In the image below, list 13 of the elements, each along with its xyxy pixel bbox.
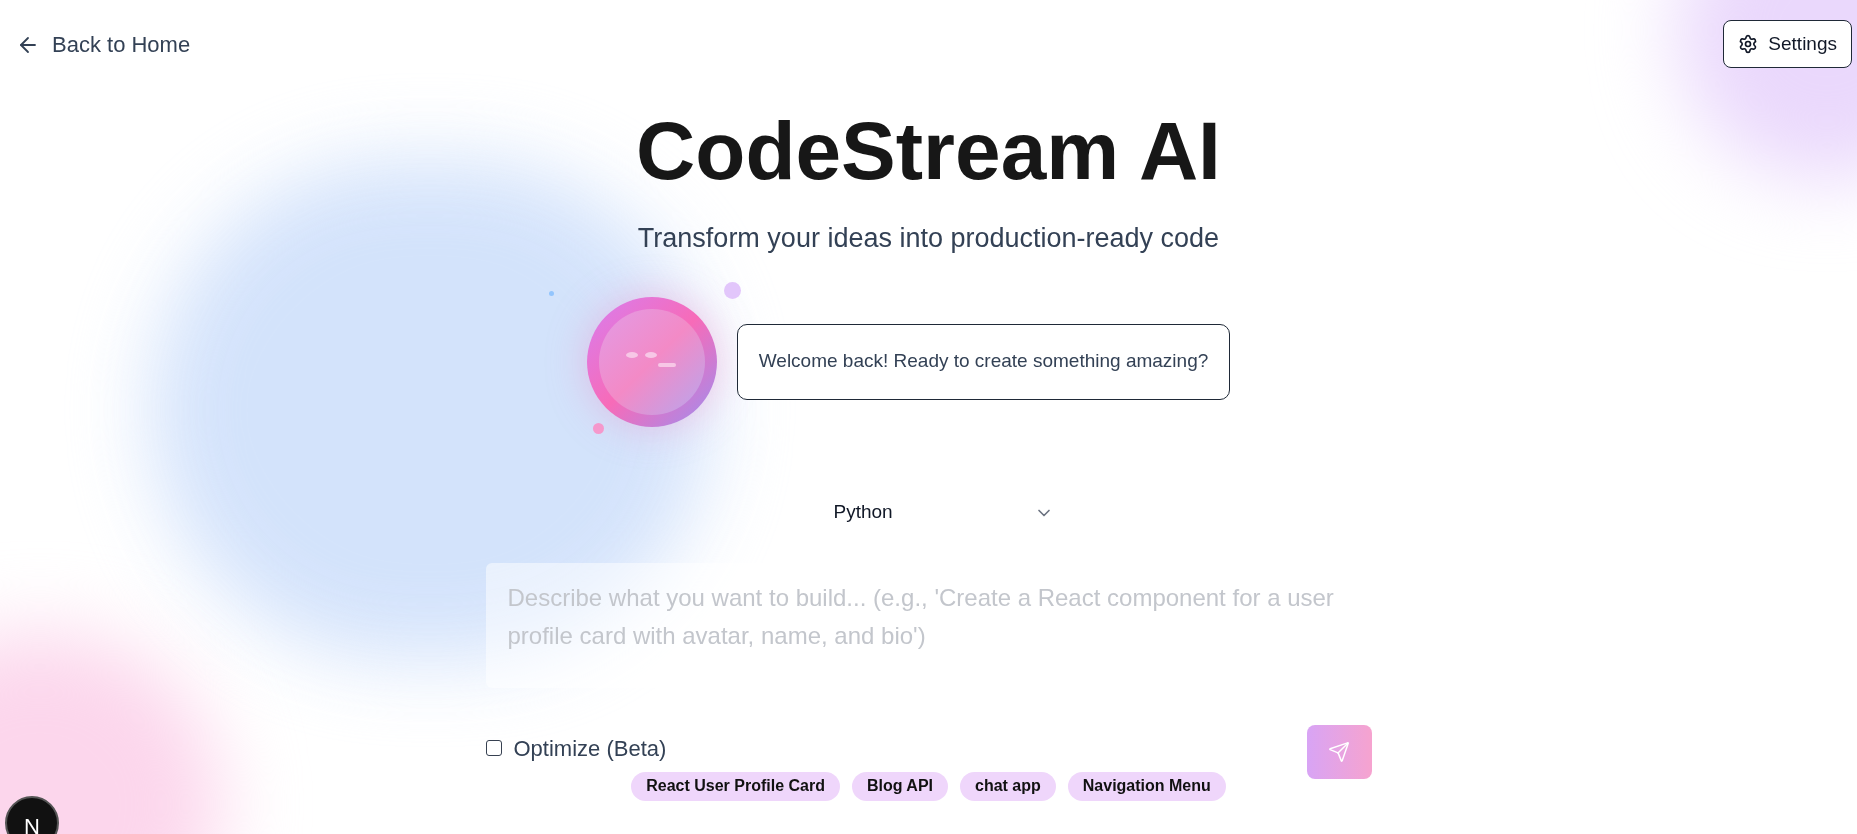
assistant-message: Welcome back! Ready to create something amazing? xyxy=(736,323,1231,400)
language-select[interactable]: Python xyxy=(823,496,1064,529)
optimize-checkbox[interactable]: Optimize (Beta) xyxy=(485,731,667,765)
suggestion-chip[interactable]: chat app xyxy=(960,771,1056,801)
suggestion-chip[interactable]: Navigation Menu xyxy=(1067,771,1226,801)
settings-button[interactable]: Settings xyxy=(1723,20,1852,68)
app-title: CodeStream AI xyxy=(636,110,1221,192)
back-link[interactable]: Back to Home xyxy=(16,28,191,61)
suggestion-chip[interactable]: Blog API xyxy=(851,771,948,801)
send-icon xyxy=(1328,740,1350,763)
settings-icon xyxy=(1738,34,1759,54)
suggestion-chip[interactable]: React User Profile Card xyxy=(631,771,840,801)
app-subtitle: Transform your ideas into production-ready code xyxy=(637,222,1220,255)
